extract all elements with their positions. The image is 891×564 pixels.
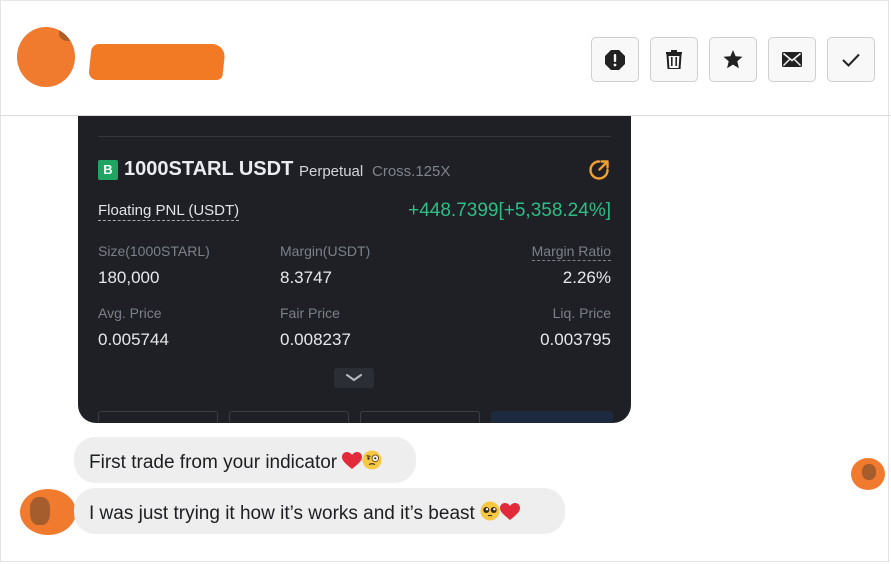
floating-pnl-label: Floating PNL (USDT) xyxy=(98,202,240,221)
contact-name-redacted xyxy=(88,44,226,80)
margin-mode: Cross.125X xyxy=(372,163,451,180)
avg-price-label: Avg. Price xyxy=(98,305,162,321)
share-icon xyxy=(589,160,609,180)
pleading-face-emoji-icon xyxy=(480,501,500,521)
heart-emoji-icon xyxy=(342,452,363,469)
fair-price-label: Fair Price xyxy=(280,305,340,321)
sender-avatar[interactable] xyxy=(20,489,76,535)
contact-avatar[interactable] xyxy=(17,27,75,87)
done-button[interactable] xyxy=(827,37,875,82)
message-text: First trade from your indicator xyxy=(89,452,338,473)
exclamation-octagon-icon xyxy=(605,49,625,70)
mark-unread-button[interactable] xyxy=(768,37,816,82)
margin-ratio-label: Margin Ratio xyxy=(531,243,611,261)
trade-screenshot[interactable]: B 1000STARL USDT Perpetual Cross.125X Fl… xyxy=(78,116,631,423)
expand-chevron xyxy=(334,368,374,388)
delete-button[interactable] xyxy=(650,37,698,82)
symbol-name: 1000STARL USDT xyxy=(124,158,294,180)
monocle-face-emoji-icon xyxy=(362,450,382,470)
message-bubble[interactable]: First trade from your indicator xyxy=(74,437,416,483)
star-button[interactable] xyxy=(709,37,757,82)
card-action-button xyxy=(491,411,613,423)
report-button[interactable] xyxy=(591,37,639,82)
avg-price-value: 0.005744 xyxy=(98,330,169,349)
card-action-button xyxy=(229,411,349,423)
margin-label: Margin(USDT) xyxy=(280,243,371,259)
star-icon xyxy=(723,50,743,69)
floating-pnl-value: +448.7399[+5,358.24%] xyxy=(408,200,611,221)
conversation-header xyxy=(0,0,891,116)
message-bubble[interactable]: I was just trying it how it’s works and … xyxy=(74,488,565,534)
size-label: Size(1000STARL) xyxy=(98,243,210,259)
trash-icon xyxy=(666,50,682,69)
checkmark-icon xyxy=(842,53,860,67)
liq-price-value: 0.003795 xyxy=(540,330,611,349)
margin-value: 8.3747 xyxy=(280,268,332,287)
fair-price-value: 0.008237 xyxy=(280,330,351,349)
header-actions xyxy=(591,37,875,82)
message-text: I was just trying it how it’s works and … xyxy=(89,503,475,524)
card-action-button xyxy=(360,411,480,423)
chevron-down-icon xyxy=(346,374,362,382)
symbol-row: B 1000STARL USDT Perpetual Cross.125X xyxy=(98,158,611,184)
divider xyxy=(98,136,611,137)
margin-ratio-value: 2.26% xyxy=(562,268,611,287)
exchange-badge: B xyxy=(98,160,118,180)
liq-price-label: Liq. Price xyxy=(552,305,611,321)
card-action-button xyxy=(98,411,218,423)
envelope-icon xyxy=(782,52,802,67)
read-receipt-avatar xyxy=(851,458,885,490)
size-value: 180,000 xyxy=(98,268,160,287)
contract-type: Perpetual xyxy=(299,163,364,180)
heart-emoji-icon xyxy=(500,503,521,520)
